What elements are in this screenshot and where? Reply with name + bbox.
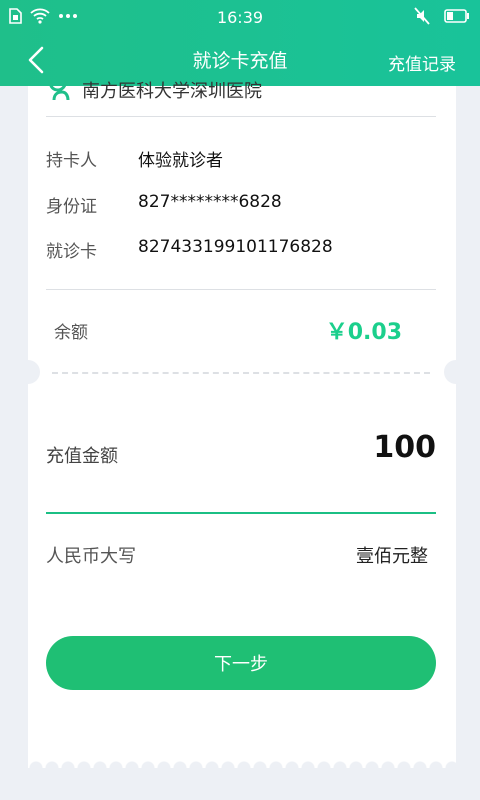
- hospital-logo-icon: [48, 79, 70, 101]
- id-card-label: 身份证: [46, 197, 97, 217]
- cardholder-label: 持卡人: [46, 151, 97, 171]
- recharge-amount-input[interactable]: 100: [373, 430, 436, 465]
- id-card-value: 827********6828: [138, 192, 282, 212]
- balance-label: 余额: [54, 323, 88, 343]
- recharge-card: 南方医科大学深圳医院 持卡人 体验就诊者 身份证 827********6828…: [16, 79, 468, 756]
- medical-card-label: 就诊卡: [46, 242, 97, 262]
- divider: [46, 289, 436, 290]
- next-step-button[interactable]: 下一步: [46, 636, 436, 690]
- status-bar: 16:39: [0, 0, 480, 34]
- medical-card-value: 827433199101176828: [138, 237, 333, 257]
- recharge-amount-label: 充值金额: [46, 446, 118, 467]
- status-time: 16:39: [216, 8, 264, 27]
- ticket-scallop-edge: [28, 752, 456, 768]
- ticket-notch-right: [444, 360, 468, 384]
- divider: [46, 116, 436, 117]
- ticket-notch-left: [16, 360, 40, 384]
- cardholder-value: 体验就诊者: [138, 151, 223, 171]
- mute-icon: [414, 7, 430, 25]
- hospital-header: 南方医科大学深圳医院: [46, 74, 262, 106]
- battery-icon: [444, 9, 469, 23]
- rmb-uppercase-label: 人民币大写: [46, 546, 136, 567]
- amount-input-underline: [46, 512, 436, 514]
- rmb-uppercase-value: 壹佰元整: [356, 546, 428, 567]
- balance-value: ￥0.03: [325, 320, 402, 345]
- recharge-history-link[interactable]: 充值记录: [388, 50, 456, 75]
- hospital-name: 南方医科大学深圳医院: [82, 81, 262, 102]
- dashed-divider: [52, 372, 430, 374]
